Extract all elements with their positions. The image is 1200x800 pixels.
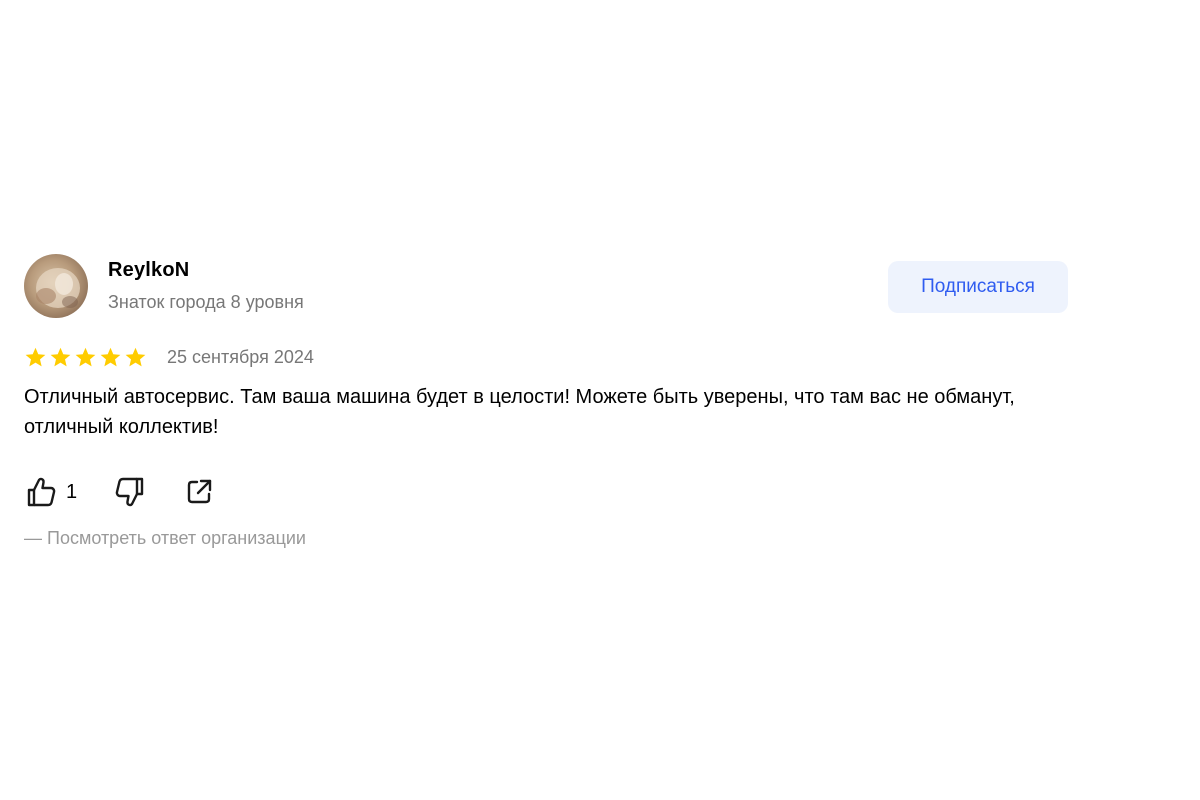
review-card: ReylkoN Знаток города 8 уровня Подписать… [24,254,1068,549]
share-icon [187,479,212,504]
avatar-image [36,268,80,308]
like-count: 1 [66,480,78,503]
subscribe-button[interactable]: Подписаться [888,261,1068,313]
rating-stars [24,346,147,369]
star-icon [75,347,96,366]
star-icon [100,347,121,366]
star-icon [125,347,146,366]
view-organization-reply-link[interactable]: — Посмотреть ответ организации [24,528,306,549]
star-icon [25,347,46,366]
thumbs-up-icon [27,477,56,507]
star-icon [50,347,71,366]
avatar[interactable] [24,254,88,318]
author-name[interactable]: ReylkoN [108,259,189,282]
review-header: ReylkoN Знаток города 8 уровня Подписать… [24,254,1068,320]
dislike-button[interactable] [113,475,147,509]
share-button[interactable] [183,476,215,508]
review-text: Отличный автосервис. Там ваша машина буд… [24,386,1015,438]
like-button[interactable]: 1 [24,475,77,509]
review-actions: 1 [24,472,1068,512]
author-level: Знаток города 8 уровня [108,292,304,312]
review-meta: 25 сентября 2024 [24,342,1068,372]
thumbs-down-icon [115,477,144,507]
review-date: 25 сентября 2024 [167,346,314,367]
